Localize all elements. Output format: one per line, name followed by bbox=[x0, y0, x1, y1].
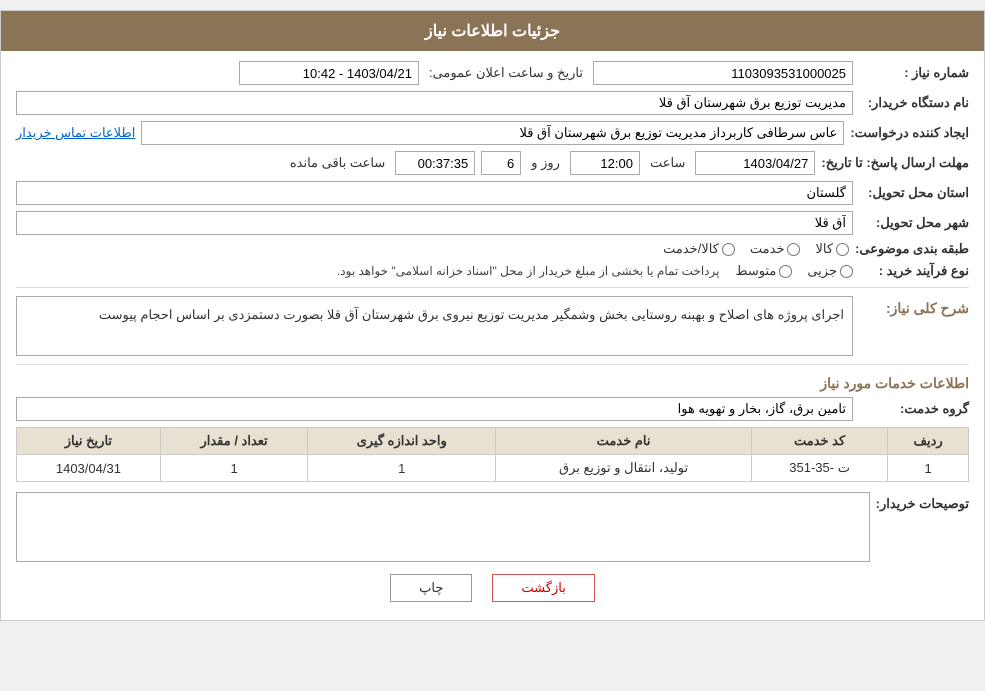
creator-label: ایجاد کننده درخواست: bbox=[850, 125, 969, 141]
purchase-option-motavasset[interactable]: متوسط bbox=[735, 263, 792, 279]
category-option-kala[interactable]: کالا bbox=[815, 241, 849, 257]
col-header-name: نام خدمت bbox=[496, 428, 752, 455]
buyer-description-box[interactable] bbox=[16, 492, 870, 562]
col-header-date: تاریخ نیاز bbox=[17, 428, 161, 455]
buyer-description-label: توصیحات خریدار: bbox=[876, 496, 969, 512]
purchase-type-label: نوع فرآیند خرید : bbox=[859, 263, 969, 279]
category-option-kala-khedmat[interactable]: کالا/خدمت bbox=[663, 241, 735, 257]
col-header-quantity: تعداد / مقدار bbox=[160, 428, 308, 455]
category-label-khedmat: خدمت bbox=[750, 241, 785, 257]
action-buttons: بازگشت چاپ bbox=[16, 574, 969, 602]
col-header-code: کد خدمت bbox=[752, 428, 888, 455]
table-row: 1ت -35-351تولید، انتقال و توزیع برق11140… bbox=[17, 455, 969, 482]
category-label-kala: کالا bbox=[815, 241, 833, 257]
description-section-title: شرح کلی نیاز: bbox=[859, 300, 969, 317]
creator-input bbox=[141, 121, 844, 145]
purchase-label-jozi: جزیی bbox=[807, 263, 837, 279]
deadline-remaining-label: ساعت باقی مانده bbox=[290, 155, 385, 171]
category-radio-kala-khedmat[interactable] bbox=[722, 243, 735, 256]
table-cell: 1403/04/31 bbox=[17, 455, 161, 482]
category-radio-group: کالا خدمت کالا/خدمت bbox=[663, 241, 849, 257]
purchase-option-jozi[interactable]: جزیی bbox=[807, 263, 853, 279]
category-radio-khedmat[interactable] bbox=[787, 243, 800, 256]
table-cell: 1 bbox=[888, 455, 969, 482]
category-label: طبقه بندی موضوعی: bbox=[855, 241, 969, 257]
page-title: جزئیات اطلاعات نیاز bbox=[1, 11, 984, 51]
back-button[interactable]: بازگشت bbox=[492, 574, 594, 602]
col-header-row: ردیف bbox=[888, 428, 969, 455]
category-option-khedmat[interactable]: خدمت bbox=[750, 241, 801, 257]
table-cell: ت -35-351 bbox=[752, 455, 888, 482]
purchase-note: پرداخت تمام یا بخشی از مبلغ خریدار از مح… bbox=[337, 264, 720, 278]
category-radio-kala[interactable] bbox=[836, 243, 849, 256]
service-group-label: گروه خدمت: bbox=[859, 401, 969, 417]
services-table: ردیف کد خدمت نام خدمت واحد اندازه گیری ت… bbox=[16, 427, 969, 482]
table-cell: تولید، انتقال و توزیع برق bbox=[496, 455, 752, 482]
deadline-days-input bbox=[481, 151, 521, 175]
announcement-input bbox=[239, 61, 419, 85]
col-header-unit: واحد اندازه گیری bbox=[308, 428, 496, 455]
purchase-radio-jozi[interactable] bbox=[840, 265, 853, 278]
purchase-radio-motavasset[interactable] bbox=[779, 265, 792, 278]
divider-2 bbox=[16, 364, 969, 365]
print-button[interactable]: چاپ bbox=[390, 574, 472, 602]
table-cell: 1 bbox=[160, 455, 308, 482]
divider-1 bbox=[16, 287, 969, 288]
deadline-remaining-input bbox=[395, 151, 475, 175]
table-cell: 1 bbox=[308, 455, 496, 482]
deadline-time-input bbox=[570, 151, 640, 175]
deadline-label: مهلت ارسال پاسخ: تا تاریخ: bbox=[821, 155, 969, 171]
purchase-type-radio-group: جزیی متوسط bbox=[735, 263, 853, 279]
purchase-label-motavasset: متوسط bbox=[735, 263, 776, 279]
deadline-date-input bbox=[695, 151, 815, 175]
description-text: اجرای پروژه های اصلاح و بهبنه روستایی بخ… bbox=[16, 296, 853, 356]
buyer-org-label: نام دستگاه خریدار: bbox=[859, 95, 969, 111]
services-section-title: اطلاعات خدمات مورد نیاز bbox=[16, 375, 969, 392]
province-label: استان محل تحویل: bbox=[859, 185, 969, 201]
need-number-label: شماره نیاز : bbox=[859, 65, 969, 81]
province-input bbox=[16, 181, 853, 205]
deadline-day-label: روز و bbox=[531, 155, 560, 171]
deadline-time-label: ساعت bbox=[650, 155, 685, 171]
buyer-org-input bbox=[16, 91, 853, 115]
city-input bbox=[16, 211, 853, 235]
category-label-kala-khedmat: کالا/خدمت bbox=[663, 241, 719, 257]
city-label: شهر محل تحویل: bbox=[859, 215, 969, 231]
need-number-input bbox=[593, 61, 853, 85]
service-group-input bbox=[16, 397, 853, 421]
announcement-label: تاریخ و ساعت اعلان عمومی: bbox=[429, 65, 583, 81]
contact-link[interactable]: اطلاعات تماس خریدار bbox=[16, 125, 135, 141]
